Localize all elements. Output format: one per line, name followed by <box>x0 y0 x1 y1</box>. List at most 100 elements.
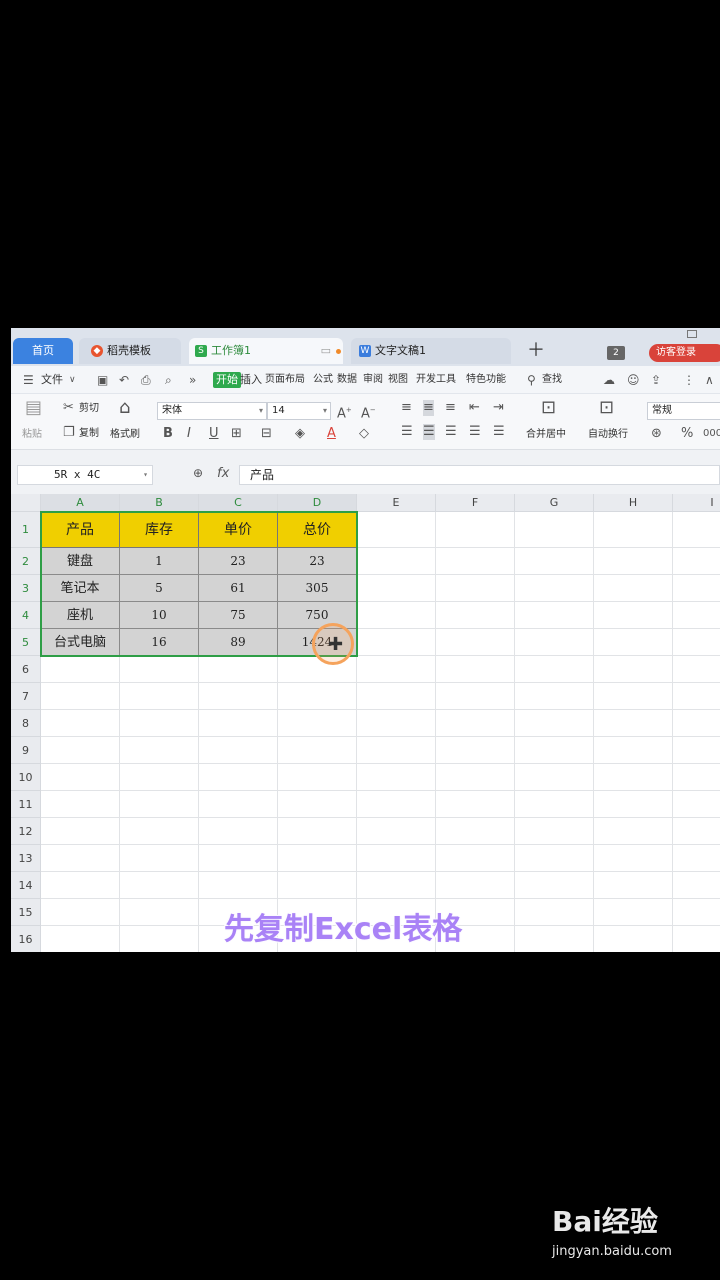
table-cell[interactable]: 16 <box>120 629 199 656</box>
row-header[interactable]: 9 <box>11 737 41 764</box>
empty-cell[interactable] <box>120 872 199 899</box>
font-size-select[interactable]: 14 ▾ <box>267 402 331 420</box>
bold-icon[interactable]: B <box>163 426 173 442</box>
format-painter-icon[interactable]: ⌂ <box>119 399 130 417</box>
align-left-icon[interactable]: ☰ <box>401 424 413 440</box>
table-cell[interactable]: 61 <box>199 575 278 602</box>
select-all-corner[interactable] <box>11 494 41 512</box>
table-cell[interactable]: 75 <box>199 602 278 629</box>
cloud-icon[interactable]: ☁ <box>603 372 615 388</box>
empty-cell[interactable] <box>436 512 515 548</box>
row-header[interactable]: 3 <box>11 575 41 602</box>
menu-review[interactable]: 审阅 <box>363 372 383 388</box>
empty-cell[interactable] <box>436 791 515 818</box>
tab-document[interactable]: W 文字文稿1 <box>351 338 511 364</box>
chevron-down-icon[interactable]: ∨ <box>69 372 76 388</box>
menu-formulas[interactable]: 公式 <box>313 372 333 388</box>
row-header[interactable]: 6 <box>11 656 41 683</box>
empty-cell[interactable] <box>41 926 120 952</box>
empty-cell[interactable] <box>120 683 199 710</box>
indent-increase-icon[interactable]: ⇥ <box>493 400 504 416</box>
empty-cell[interactable] <box>515 629 594 656</box>
empty-cell[interactable] <box>436 845 515 872</box>
empty-cell[interactable] <box>278 845 357 872</box>
empty-cell[interactable] <box>515 818 594 845</box>
row-header[interactable]: 14 <box>11 872 41 899</box>
empty-cell[interactable] <box>515 764 594 791</box>
empty-cell[interactable] <box>673 899 720 926</box>
empty-cell[interactable] <box>673 512 720 548</box>
empty-cell[interactable] <box>41 845 120 872</box>
number-format-select[interactable]: 常规 <box>647 402 720 420</box>
percent-icon[interactable]: % <box>681 426 693 442</box>
table-header-cell[interactable]: 产品 <box>41 512 120 548</box>
empty-cell[interactable] <box>436 710 515 737</box>
print-icon[interactable]: ⎙ <box>141 372 151 388</box>
empty-cell[interactable] <box>357 656 436 683</box>
indent-decrease-icon[interactable]: ⇤ <box>469 400 480 416</box>
empty-cell[interactable] <box>120 656 199 683</box>
column-header[interactable]: H <box>594 494 673 512</box>
empty-cell[interactable] <box>357 845 436 872</box>
empty-cell[interactable] <box>515 512 594 548</box>
empty-cell[interactable] <box>594 629 673 656</box>
column-header[interactable]: F <box>436 494 515 512</box>
menu-file[interactable]: 文件 <box>41 372 63 388</box>
empty-cell[interactable] <box>515 845 594 872</box>
empty-cell[interactable] <box>120 818 199 845</box>
row-header[interactable]: 1 <box>11 512 41 548</box>
empty-cell[interactable] <box>673 764 720 791</box>
empty-cell[interactable] <box>515 575 594 602</box>
maximize-button[interactable] <box>687 330 697 338</box>
save-icon[interactable]: ▣ <box>97 372 108 388</box>
empty-cell[interactable] <box>357 683 436 710</box>
column-header[interactable]: E <box>357 494 436 512</box>
empty-cell[interactable] <box>199 791 278 818</box>
empty-cell[interactable] <box>199 764 278 791</box>
empty-cell[interactable] <box>41 656 120 683</box>
underline-icon[interactable]: U <box>209 426 219 442</box>
empty-cell[interactable] <box>357 710 436 737</box>
menu-home[interactable]: 开始 <box>213 372 241 388</box>
empty-cell[interactable] <box>594 710 673 737</box>
empty-cell[interactable] <box>120 899 199 926</box>
currency-icon[interactable]: ⊛ <box>651 426 662 442</box>
empty-cell[interactable] <box>515 602 594 629</box>
empty-cell[interactable] <box>120 710 199 737</box>
empty-cell[interactable] <box>594 737 673 764</box>
menu-insert[interactable]: 插入 <box>240 372 262 388</box>
empty-cell[interactable] <box>278 791 357 818</box>
table-cell[interactable]: 1 <box>120 548 199 575</box>
thousands-icon[interactable]: 000 <box>703 426 720 442</box>
align-bottom-icon[interactable]: ≡ <box>445 400 456 416</box>
login-button[interactable]: 访客登录 <box>649 344 720 362</box>
italic-icon[interactable]: I <box>187 426 191 442</box>
empty-cell[interactable] <box>120 845 199 872</box>
empty-cell[interactable] <box>41 764 120 791</box>
empty-cell[interactable] <box>673 926 720 952</box>
empty-cell[interactable] <box>199 818 278 845</box>
empty-cell[interactable] <box>436 656 515 683</box>
justify-icon[interactable]: ☰ <box>469 424 481 440</box>
empty-cell[interactable] <box>515 710 594 737</box>
empty-cell[interactable] <box>673 845 720 872</box>
empty-cell[interactable] <box>41 899 120 926</box>
empty-cell[interactable] <box>594 683 673 710</box>
menu-view[interactable]: 视图 <box>388 372 408 388</box>
tab-workbook[interactable]: S 工作簿1 ▭ <box>189 338 343 364</box>
empty-cell[interactable] <box>278 872 357 899</box>
copy-icon[interactable]: ❐ <box>63 425 75 441</box>
empty-cell[interactable] <box>357 818 436 845</box>
empty-cell[interactable] <box>673 710 720 737</box>
empty-cell[interactable] <box>594 548 673 575</box>
tab-home[interactable]: 首页 <box>13 338 73 364</box>
print-preview-icon[interactable]: ⌕ <box>165 372 172 388</box>
user-icon[interactable]: ☺ <box>627 372 640 388</box>
empty-cell[interactable] <box>594 899 673 926</box>
empty-cell[interactable] <box>515 548 594 575</box>
table-cell[interactable]: 10 <box>120 602 199 629</box>
empty-cell[interactable] <box>673 629 720 656</box>
table-cell[interactable]: 305 <box>278 575 357 602</box>
empty-cell[interactable] <box>594 845 673 872</box>
collapse-icon[interactable]: ∧ <box>705 372 714 388</box>
